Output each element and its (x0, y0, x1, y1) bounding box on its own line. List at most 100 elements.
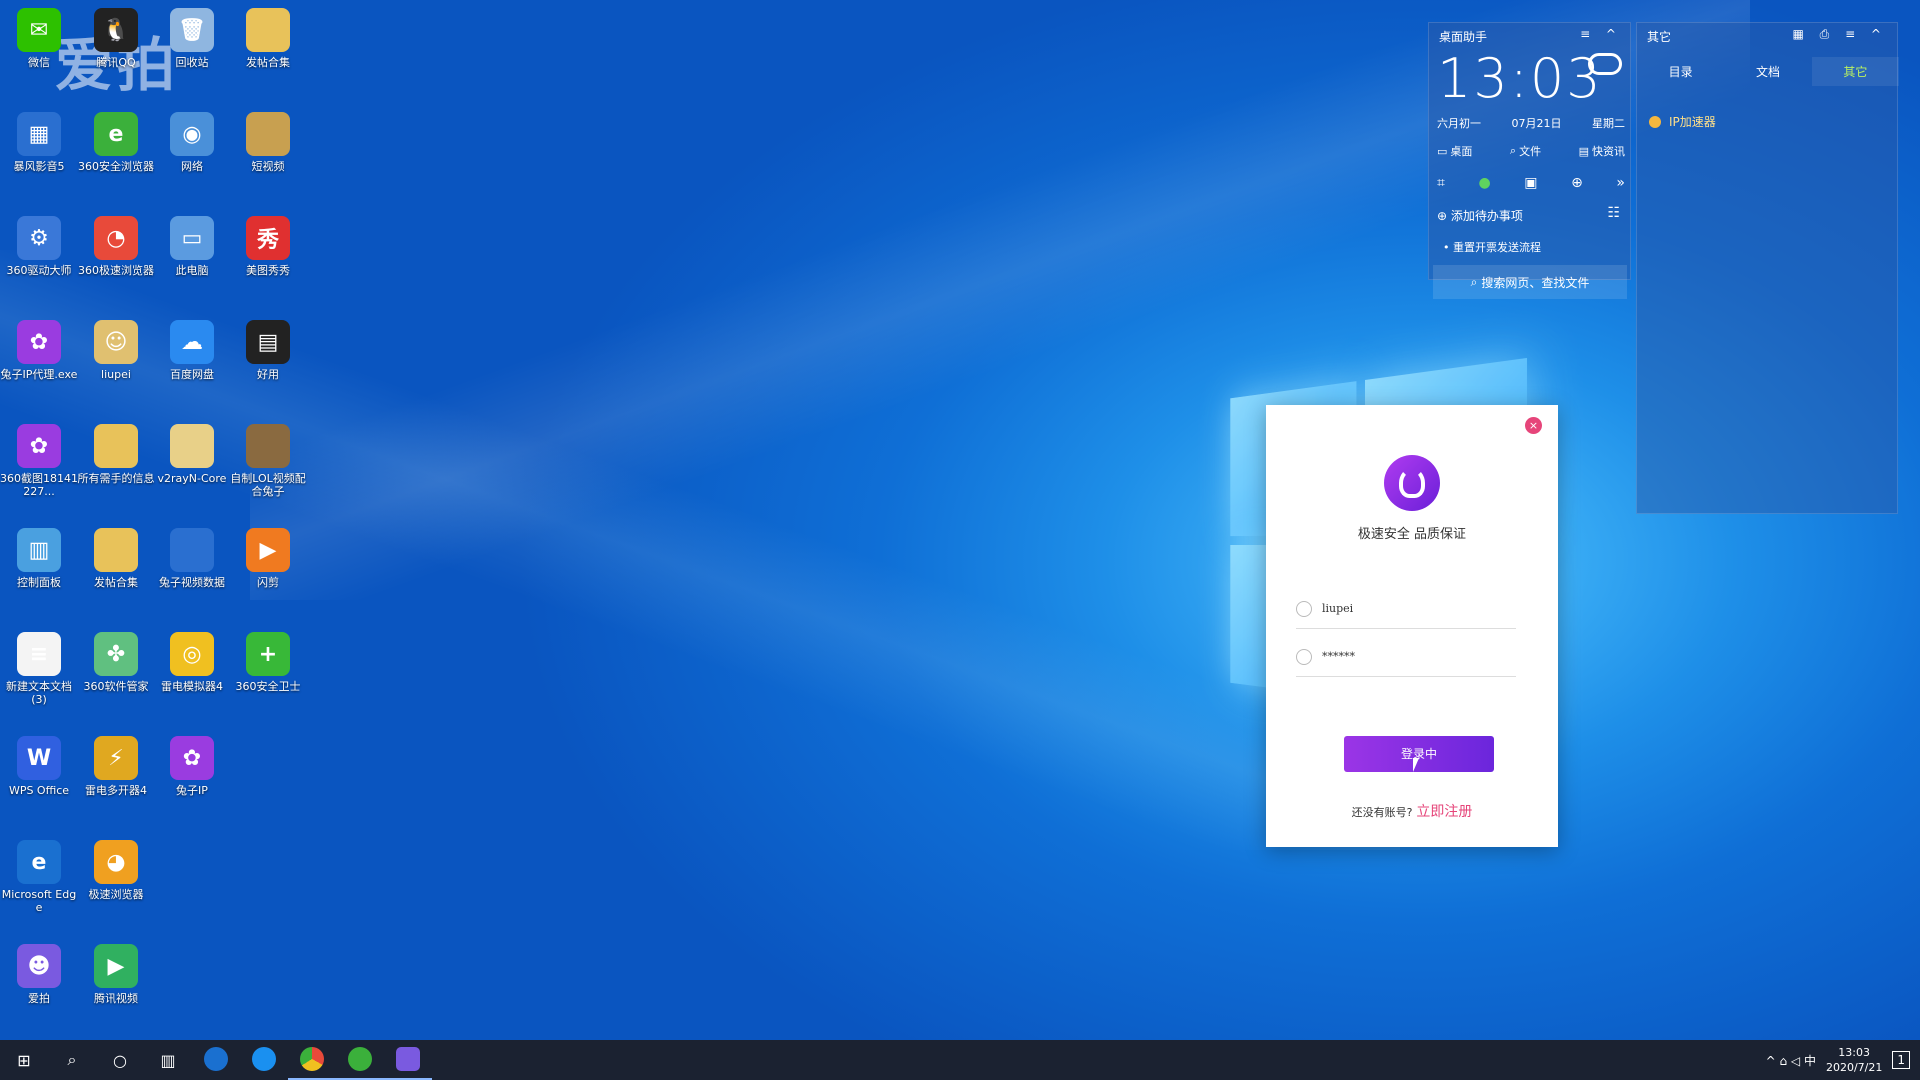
desktop-icon[interactable]: ✤ 360软件管家 (77, 632, 155, 693)
edit-icon[interactable]: ▣ (1524, 175, 1537, 191)
widget-controls[interactable]: ≡ ^ (1580, 27, 1622, 41)
desktop-icon[interactable]: ✿ 兔子IP (153, 736, 231, 797)
task-view-icon[interactable]: ▥ (144, 1040, 192, 1080)
news-icon: ▤ (1578, 144, 1589, 158)
desktop-icon[interactable]: ▦ 暴风影音5 (0, 112, 78, 173)
desktop-icon[interactable]: ⚡ 雷电多开器4 (77, 736, 155, 797)
desktop-icon[interactable]: ▤ 好用 (229, 320, 307, 381)
login-dialog: × 极速安全 品质保证 登录中 还没有账号?立即注册 (1266, 405, 1558, 847)
password-field[interactable] (1296, 637, 1516, 677)
desktop-icon-label: 兔子视频数据 (159, 576, 225, 589)
desktop-icon[interactable]: 兔子视频数据 (153, 528, 231, 589)
desktop-icon[interactable]: W WPS Office (0, 736, 78, 797)
todo-item[interactable]: • 重置开票发送流程 (1443, 239, 1541, 255)
register-link[interactable]: 立即注册 (1416, 804, 1472, 820)
desktop-icon[interactable]: ◔ 360极速浏览器 (77, 216, 155, 277)
shortcut-ip-accelerator[interactable]: IP加速器 (1649, 113, 1716, 130)
desktop-icon-label: 暴风影音5 (13, 160, 65, 173)
taskbar-clock[interactable]: 13:03 2020/7/21 (1826, 1045, 1882, 1075)
desktop-icon[interactable]: 🐧 腾讯QQ (77, 8, 155, 69)
desktop-icon-label: WPS Office (8, 784, 70, 797)
desktop-icon[interactable]: 秀美图秀秀 (229, 216, 307, 277)
close-button[interactable]: × (1525, 417, 1542, 434)
desktop-icon[interactable]: e Microsoft Edge (0, 840, 78, 914)
more-icon[interactable]: » (1616, 175, 1625, 191)
username-field[interactable] (1296, 589, 1516, 629)
app-icon: ▶ (246, 528, 290, 572)
desktop-icon[interactable]: 发帖合集 (77, 528, 155, 589)
notification-icon[interactable]: 1 (1892, 1051, 1910, 1069)
add-todo[interactable]: ⊕ 添加待办事项 (1437, 207, 1523, 224)
tab-documents[interactable]: 文档 (1724, 57, 1811, 86)
username-input[interactable] (1322, 602, 1502, 615)
todo-item-label: 重置开票发送流程 (1453, 241, 1541, 254)
shortcut-label: 文件 (1519, 145, 1542, 158)
widget-search-box[interactable]: ⌕ 搜索网页、查找文件 (1433, 265, 1627, 299)
app-icon: ✿ (17, 320, 61, 364)
desktop-icon[interactable]: v2rayN-Core (153, 424, 231, 485)
desktop-icon[interactable]: ☁ 百度网盘 (153, 320, 231, 381)
desktop-icon[interactable]: 自制LOL视频配合兔子 (229, 424, 307, 498)
lunar-date: 六月初一 (1437, 117, 1481, 130)
shortcut-news[interactable]: ▤ 快资讯 (1579, 143, 1625, 159)
rabbit-icon (1399, 468, 1425, 498)
shortcut-label: 快资讯 (1591, 145, 1625, 158)
desktop-icon[interactable]: ▶ 闪剪 (229, 528, 307, 589)
login-button[interactable]: 登录中 (1344, 736, 1494, 772)
app-logo (1384, 455, 1440, 511)
tray-icons[interactable]: ^ ⌂ ◁ 中 (1766, 1052, 1816, 1069)
desktop-icon[interactable]: ✿ 360截图18141227... (0, 424, 78, 498)
desktop-icon[interactable]: ◕ 极速浏览器 (77, 840, 155, 901)
desktop-icon-label: 闪剪 (257, 576, 279, 589)
app-icon (170, 424, 214, 468)
desktop-icon[interactable]: ▭ 此电脑 (153, 216, 231, 277)
desktop-icon[interactable]: 🗑 回收站 (153, 8, 231, 69)
desktop-icon[interactable]: ◎ 雷电模拟器4 (153, 632, 231, 693)
taskbar-edge[interactable] (192, 1040, 240, 1080)
desktop-icon[interactable]: ▥ 控制面板 (0, 528, 78, 589)
search-icon: ⌕ (1470, 274, 1478, 289)
shortcut-desktop[interactable]: ▭ 桌面 (1437, 143, 1472, 159)
widget-controls[interactable]: ▦ ⎙ ≡ ^ (1793, 27, 1888, 42)
taskbar-qq-browser[interactable] (240, 1040, 288, 1080)
widget-title: 其它 (1647, 30, 1672, 44)
ip-accelerator-icon (1649, 115, 1661, 128)
app-icon: ▶ (94, 944, 138, 988)
login-slogan: 极速安全 品质保证 (1357, 527, 1467, 542)
shortcut-label: 桌面 (1450, 145, 1473, 158)
crop-icon[interactable]: ⌗ (1437, 175, 1445, 191)
tab-catalog[interactable]: 目录 (1637, 57, 1724, 86)
aipai-icon (396, 1047, 420, 1071)
desktop-icon-label: 雷电模拟器4 (161, 680, 223, 693)
status-icon[interactable]: ● (1478, 175, 1490, 191)
desktop-icon[interactable]: ✿ 兔子IP代理.exe (0, 320, 78, 381)
search-icon[interactable]: ⌕ (48, 1040, 96, 1080)
start-button[interactable]: ⊞ (0, 1040, 48, 1080)
desktop-icon[interactable]: ◉ 网络 (153, 112, 231, 173)
tab-other[interactable]: 其它 (1811, 57, 1899, 86)
todo-list-icon[interactable]: ☷ (1607, 205, 1620, 221)
app-icon: 🐧 (94, 8, 138, 52)
cortana-icon[interactable]: ○ (96, 1040, 144, 1080)
cloud-icon (1588, 53, 1622, 75)
taskbar-360[interactable] (336, 1040, 384, 1080)
desktop-icon[interactable]: ≡ 新建文本文档(3) (0, 632, 78, 706)
desktop-icon[interactable]: 所有需手的信息 (77, 424, 155, 485)
desktop-icon-label: 新建文本文档(3) (6, 680, 72, 706)
desktop-icon[interactable]: ☻ 爱拍 (0, 944, 78, 1005)
desktop-icon[interactable]: ✉ 微信 (0, 8, 78, 69)
desktop-icon[interactable]: ▶ 腾讯视频 (77, 944, 155, 1005)
desktop-icon[interactable]: 短视频 (229, 112, 307, 173)
taskbar-chrome[interactable] (288, 1040, 336, 1080)
desktop-icon[interactable]: ☺ liupei (77, 320, 155, 381)
widget-tabs: 目录 文档 其它 (1637, 57, 1899, 86)
desktop-icon[interactable]: 发帖合集 (229, 8, 307, 69)
desktop-icon[interactable]: e 360安全浏览器 (77, 112, 155, 173)
desktop-icon[interactable]: +360安全卫士 (229, 632, 307, 693)
desktop-icon[interactable]: ⚙ 360驱动大师 (0, 216, 78, 277)
add-icon[interactable]: ⊕ (1571, 175, 1583, 191)
taskbar-aipai[interactable] (384, 1040, 432, 1080)
shortcut-files[interactable]: ⌕ 文件 (1510, 143, 1541, 159)
password-input[interactable] (1322, 650, 1502, 663)
desktop-icon-label: 360极速浏览器 (78, 264, 154, 277)
